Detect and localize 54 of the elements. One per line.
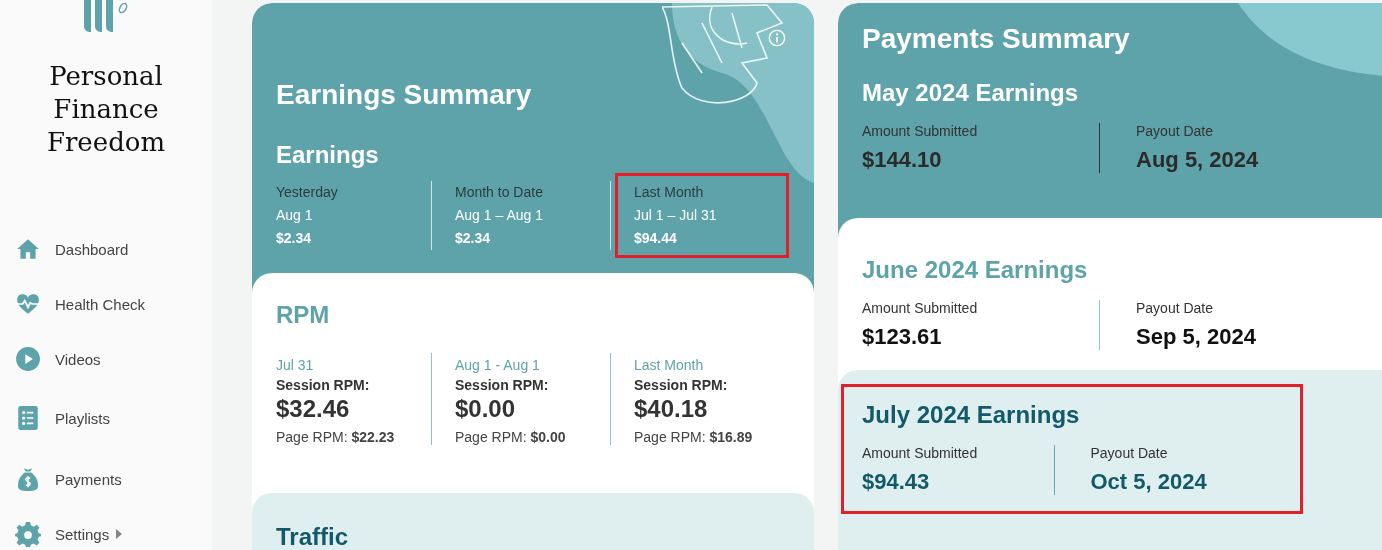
nav-icon: [15, 405, 41, 431]
period-date: Jul 1 – Jul 31: [634, 206, 718, 225]
session-rpm-label: Session RPM:: [455, 377, 550, 393]
nav-item[interactable]: Settings: [15, 522, 124, 546]
section-heading: Earnings: [276, 141, 380, 169]
page-rpm-text: Page RPM: $0.00: [455, 429, 567, 445]
section-heading: Traffic: [276, 523, 350, 550]
amount-label: Amount Submitted: [862, 300, 979, 316]
period-date: Aug 1 - Aug 1: [455, 356, 541, 375]
period-amount: $94.44: [634, 229, 678, 248]
amount-label: Amount Submitted: [862, 123, 979, 139]
nav-item[interactable]: Dashboard: [15, 237, 129, 261]
period-amount: $2.34: [455, 229, 492, 248]
session-rpm-value: $40.18: [634, 395, 709, 423]
period-label: Last Month: [634, 183, 705, 202]
period-date: Last Month: [634, 356, 705, 375]
amount-value: $123.61: [862, 324, 943, 350]
period-amount: $2.34: [276, 229, 313, 248]
session-rpm-value: $0.00: [455, 395, 517, 423]
payout-date-value: Aug 5, 2024: [1136, 147, 1260, 173]
payout-date-value: Sep 5, 2024: [1136, 324, 1257, 350]
period-date: Aug 1 – Aug 1: [455, 206, 544, 225]
period-label: Month to Date: [455, 183, 544, 202]
nav-item[interactable]: Playlists: [15, 406, 110, 430]
section-title: Earnings Summary: [276, 79, 533, 111]
period-label: Yesterday: [276, 183, 339, 202]
nav-icon: [15, 346, 41, 372]
payout-date-label: Payout Date: [1136, 300, 1215, 316]
period-date: Aug 1: [276, 206, 314, 225]
page-rpm-text: Page RPM: $22.23: [276, 429, 396, 445]
payout-date-label: Payout Date: [1136, 123, 1215, 139]
nav-item[interactable]: Videos: [15, 347, 101, 371]
info-icon[interactable]: [768, 29, 786, 47]
period-date: Jul 31: [276, 356, 315, 375]
month-heading: May 2024 Earnings: [862, 79, 1080, 107]
nav-icon: [15, 466, 41, 492]
amount-value: $94.43: [862, 469, 931, 495]
month-heading: July 2024 Earnings: [862, 401, 1081, 429]
month-heading: June 2024 Earnings: [862, 256, 1089, 284]
section-title: Payments Summary: [862, 23, 1131, 55]
payout-date-value: Oct 5, 2024: [1090, 469, 1208, 495]
amount-value: $144.10: [862, 147, 943, 173]
nav-item[interactable]: Payments: [15, 467, 122, 491]
nav-item[interactable]: Health Check: [15, 292, 146, 316]
page-rpm-text: Page RPM: $16.89: [634, 429, 754, 445]
section-heading: RPM: [276, 301, 331, 329]
payout-date-label: Payout Date: [1090, 445, 1169, 461]
session-rpm-value: $32.46: [276, 395, 351, 423]
amount-label: Amount Submitted: [862, 445, 979, 461]
session-rpm-label: Session RPM:: [276, 377, 371, 393]
caret-icon: [115, 528, 124, 540]
nav-icon: [15, 521, 41, 547]
session-rpm-label: Session RPM:: [634, 377, 729, 393]
brand-title: Personal Finance Freedom: [45, 60, 167, 159]
